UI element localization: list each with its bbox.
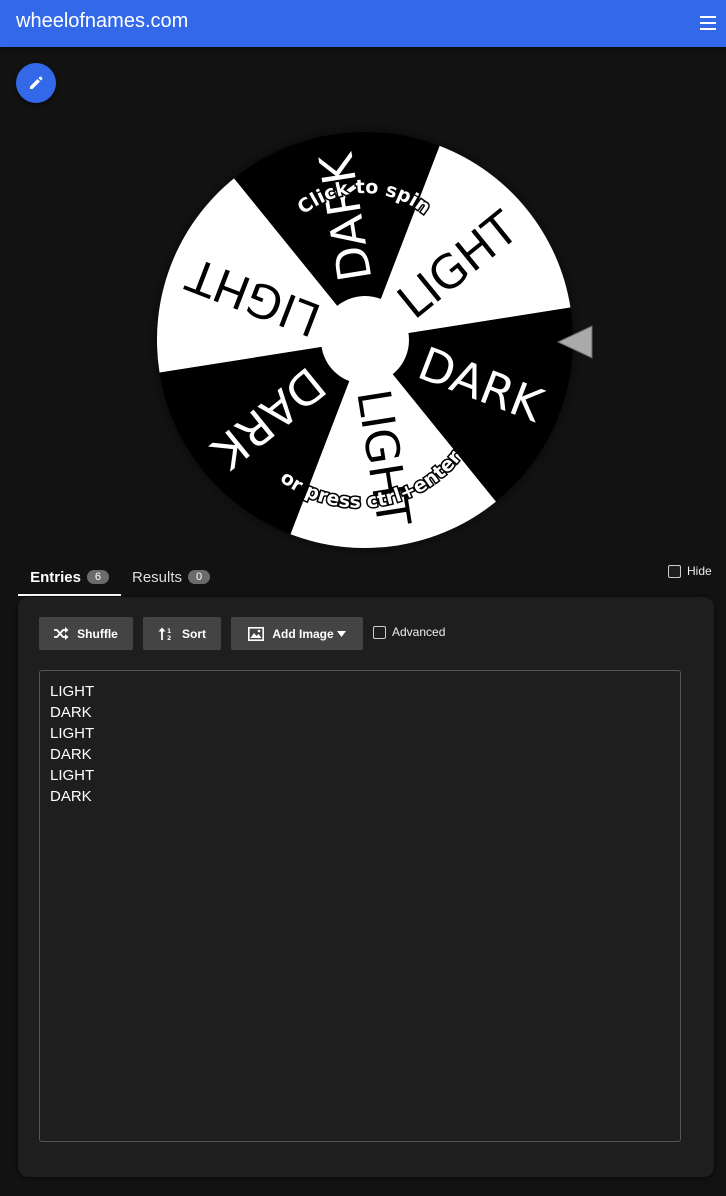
entries-textarea[interactable]: LIGHT DARK LIGHT DARK LIGHT DARK [39,670,681,1142]
entries-panel: Shuffle 1 2 Sort Add Image Advanced LIGH… [18,597,714,1177]
hide-checkbox[interactable] [668,564,681,578]
brand-title[interactable]: wheelofnames.com [16,10,188,33]
shuffle-button[interactable]: Shuffle [39,617,133,650]
entry-line: DARK [50,704,92,721]
tab-results[interactable]: Results 0 [132,560,222,594]
tab-entries[interactable]: Entries 6 [18,560,121,596]
svg-text:1: 1 [167,628,171,635]
advanced-toggle[interactable]: Advanced [373,625,445,639]
sort-label: Sort [182,626,206,641]
advanced-label: Advanced [392,625,446,639]
sort-button[interactable]: 1 2 Sort [143,617,221,650]
entry-line: LIGHT [50,767,95,784]
svg-text:2: 2 [167,635,171,641]
advanced-checkbox[interactable] [373,625,386,639]
shuffle-icon [54,627,69,640]
entries-count-badge: 6 [86,570,109,584]
hide-toggle[interactable]: Hide [668,564,712,578]
tab-entries-label: Entries [30,568,81,586]
image-icon [248,626,265,641]
entry-line: LIGHT [50,683,95,700]
results-count-badge: 0 [188,570,211,584]
navbar: wheelofnames.com [0,0,726,47]
caret-down-icon [336,630,346,637]
add-image-label: Add Image [272,626,334,641]
entry-line: LIGHT [50,725,95,742]
wheel-area: LIGHT DARK LIGHT DARK LIGHT DARK Click to spi… [0,50,726,590]
wheel-center[interactable] [321,296,409,384]
hamburger-menu-icon[interactable] [700,16,716,30]
wheel[interactable]: LIGHTDARKLIGHTDARKLIGHTDARK Click to spi… [0,50,726,590]
entry-line: DARK [50,746,92,763]
sort-icon: 1 2 [158,627,171,641]
entry-line: DARK [50,788,92,805]
shuffle-label: Shuffle [77,626,118,641]
tab-results-label: Results [132,568,183,586]
add-image-button[interactable]: Add Image [231,617,363,650]
hide-label: Hide [687,564,712,578]
